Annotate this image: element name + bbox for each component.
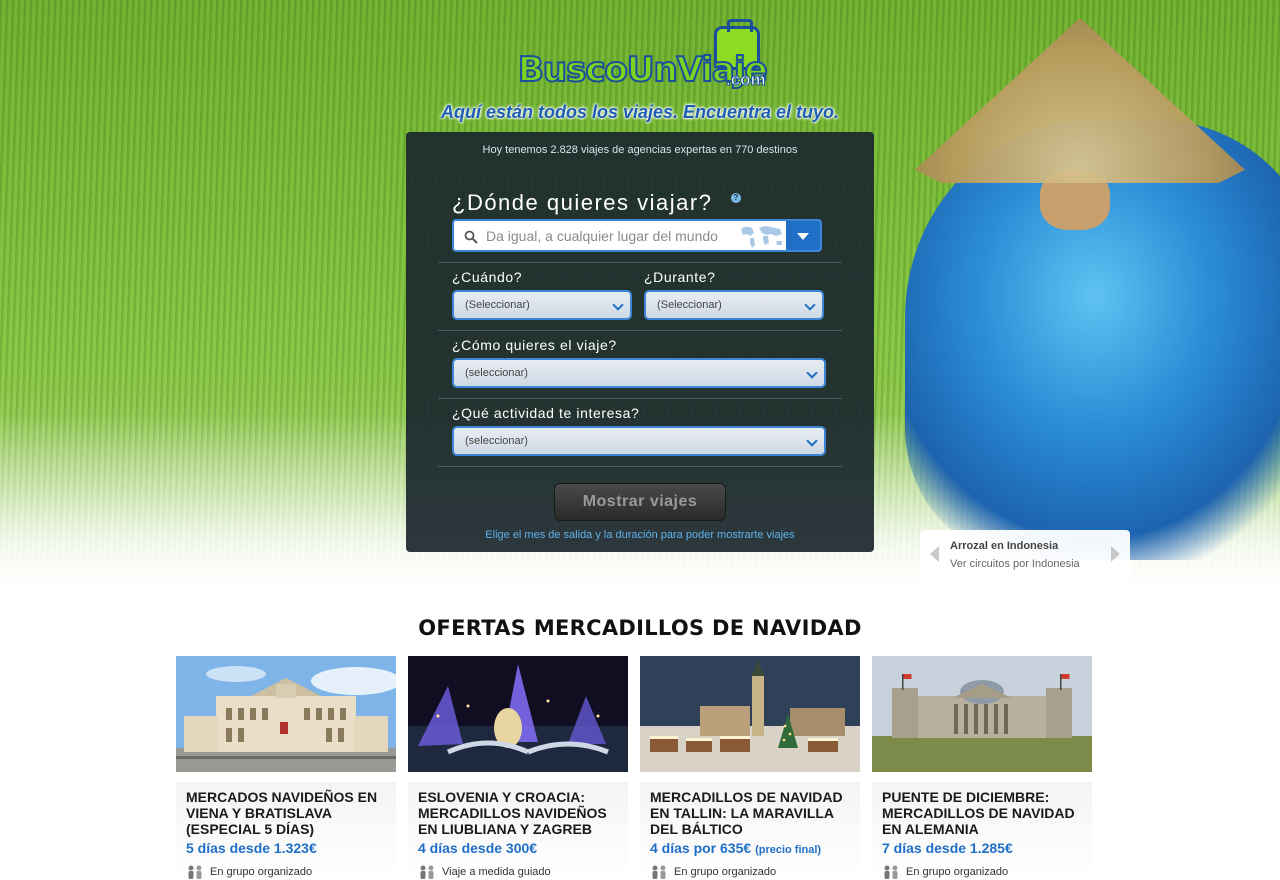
activity-select[interactable]: (seleccionar) xyxy=(452,426,826,456)
offer-card-body: ESLOVENIA Y CROACIA: MERCADILLOS NAVIDEÑ… xyxy=(408,782,628,880)
offer-price-text: 5 días desde 1.323€ xyxy=(186,840,317,856)
offer-card-body: PUENTE DE DICIEMBRE: MERCADILLOS DE NAVI… xyxy=(872,782,1092,880)
photo-caption: Arrozal en Indonesia Ver circuitos por I… xyxy=(920,530,1130,580)
search-note: Elige el mes de salida y la duración par… xyxy=(485,529,795,541)
offer-photo-ljubljana-night[interactable] xyxy=(408,656,628,772)
group-icon xyxy=(884,865,898,879)
offer-photo-vienna-theatre[interactable] xyxy=(176,656,396,772)
search-info: Hoy tenemos 2.828 viajes de agencias exp… xyxy=(482,144,798,156)
offer-price-note: (precio final) xyxy=(755,844,822,856)
duration-select[interactable]: (Seleccionar) xyxy=(644,290,824,320)
offer-price-text: 4 días desde 300€ xyxy=(418,840,538,856)
offer-photo-tallinn-market[interactable] xyxy=(640,656,860,772)
hero-farmer-hat xyxy=(915,18,1245,183)
offer-title[interactable]: MERCADILLOS DE NAVIDAD EN TALLIN: LA MAR… xyxy=(650,789,850,837)
divider xyxy=(438,398,842,399)
when-label: ¿Cuándo? xyxy=(452,269,523,285)
when-select[interactable]: (Seleccionar) xyxy=(452,290,632,320)
activity-select-value: (seleccionar) xyxy=(465,435,528,447)
destination-input[interactable] xyxy=(486,221,736,250)
offer-type: En grupo organizado xyxy=(882,865,1009,879)
offer-price: 4 días desde 300€ xyxy=(418,840,618,856)
offer-card[interactable]: MERCADOS NAVIDEÑOS EN VIENA Y BRATISLAVA… xyxy=(176,656,396,880)
destination-question: ¿Dónde quieres viajar? xyxy=(452,190,713,215)
guided-icon xyxy=(420,865,434,879)
divider xyxy=(438,262,842,263)
chevron-down-icon xyxy=(804,299,816,311)
chevron-down-icon xyxy=(612,299,624,311)
offer-card-body: MERCADOS NAVIDEÑOS EN VIENA Y BRATISLAVA… xyxy=(176,782,396,880)
offer-type-text: En grupo organizado xyxy=(210,866,313,878)
offer-type: En grupo organizado xyxy=(186,865,313,879)
group-icon xyxy=(652,865,666,879)
offer-title[interactable]: ESLOVENIA Y CROACIA: MERCADILLOS NAVIDEÑ… xyxy=(418,789,618,837)
offer-type: En grupo organizado xyxy=(650,865,777,879)
group-icon xyxy=(188,865,202,879)
how-label: ¿Cómo quieres el viaje? xyxy=(452,337,617,353)
chevron-left-icon[interactable] xyxy=(930,546,939,562)
offer-card[interactable]: MERCADILLOS DE NAVIDAD EN TALLIN: LA MAR… xyxy=(640,656,860,880)
site-logo[interactable]: BuscoUnViaje .com xyxy=(517,19,778,98)
divider xyxy=(438,466,842,467)
offer-type-text: En grupo organizado xyxy=(906,866,1009,878)
search-panel: Hoy tenemos 2.828 viajes de agencias exp… xyxy=(406,132,874,552)
duration-label: ¿Durante? xyxy=(644,269,716,285)
offer-type-text: Viaje a medida guiado xyxy=(442,866,551,878)
photo-caption-link[interactable]: Ver circuitos por Indonesia xyxy=(950,558,1080,570)
search-icon xyxy=(464,230,478,244)
offer-title[interactable]: PUENTE DE DICIEMBRE: MERCADILLOS DE NAVI… xyxy=(882,789,1082,837)
offer-price: 5 días desde 1.323€ xyxy=(186,840,386,856)
logo-suffix: .com xyxy=(726,70,767,90)
offer-card[interactable]: ESLOVENIA Y CROACIA: MERCADILLOS NAVIDEÑ… xyxy=(408,656,628,880)
world-map-icon xyxy=(741,226,782,248)
how-select[interactable]: (seleccionar) xyxy=(452,358,826,388)
offer-price: 7 días desde 1.285€ xyxy=(882,840,1082,856)
tagline: Aquí están todos los viajes. Encuentra e… xyxy=(440,102,840,122)
chevron-right-icon[interactable] xyxy=(1111,546,1120,562)
show-trips-button[interactable]: Mostrar viajes xyxy=(554,483,726,521)
when-select-value: (Seleccionar) xyxy=(465,299,530,311)
activity-label: ¿Qué actividad te interesa? xyxy=(452,405,640,421)
chevron-down-icon xyxy=(806,435,818,447)
offer-photo-reichstag[interactable] xyxy=(872,656,1092,772)
help-icon[interactable]: ? xyxy=(731,193,741,203)
divider xyxy=(438,330,842,331)
offer-type: Viaje a medida guiado xyxy=(418,865,551,879)
offer-card[interactable]: PUENTE DE DICIEMBRE: MERCADILLOS DE NAVI… xyxy=(872,656,1092,880)
offer-price-text: 4 días por 635€ xyxy=(650,840,752,856)
offers-heading: OFERTAS MERCADILLOS DE NAVIDAD xyxy=(418,616,862,640)
offer-price-text: 7 días desde 1.285€ xyxy=(882,840,1013,856)
offer-price: 4 días por 635€ (precio final) xyxy=(650,840,850,856)
chevron-down-icon xyxy=(806,367,818,379)
offer-card-body: MERCADILLOS DE NAVIDAD EN TALLIN: LA MAR… xyxy=(640,782,860,880)
destination-dropdown-button[interactable] xyxy=(786,221,820,250)
photo-caption-title: Arrozal en Indonesia xyxy=(950,540,1059,552)
offer-type-text: En grupo organizado xyxy=(674,866,777,878)
duration-select-value: (Seleccionar) xyxy=(657,299,722,311)
how-select-value: (seleccionar) xyxy=(465,367,528,379)
destination-search xyxy=(452,219,822,252)
offer-title[interactable]: MERCADOS NAVIDEÑOS EN VIENA Y BRATISLAVA… xyxy=(186,789,386,837)
